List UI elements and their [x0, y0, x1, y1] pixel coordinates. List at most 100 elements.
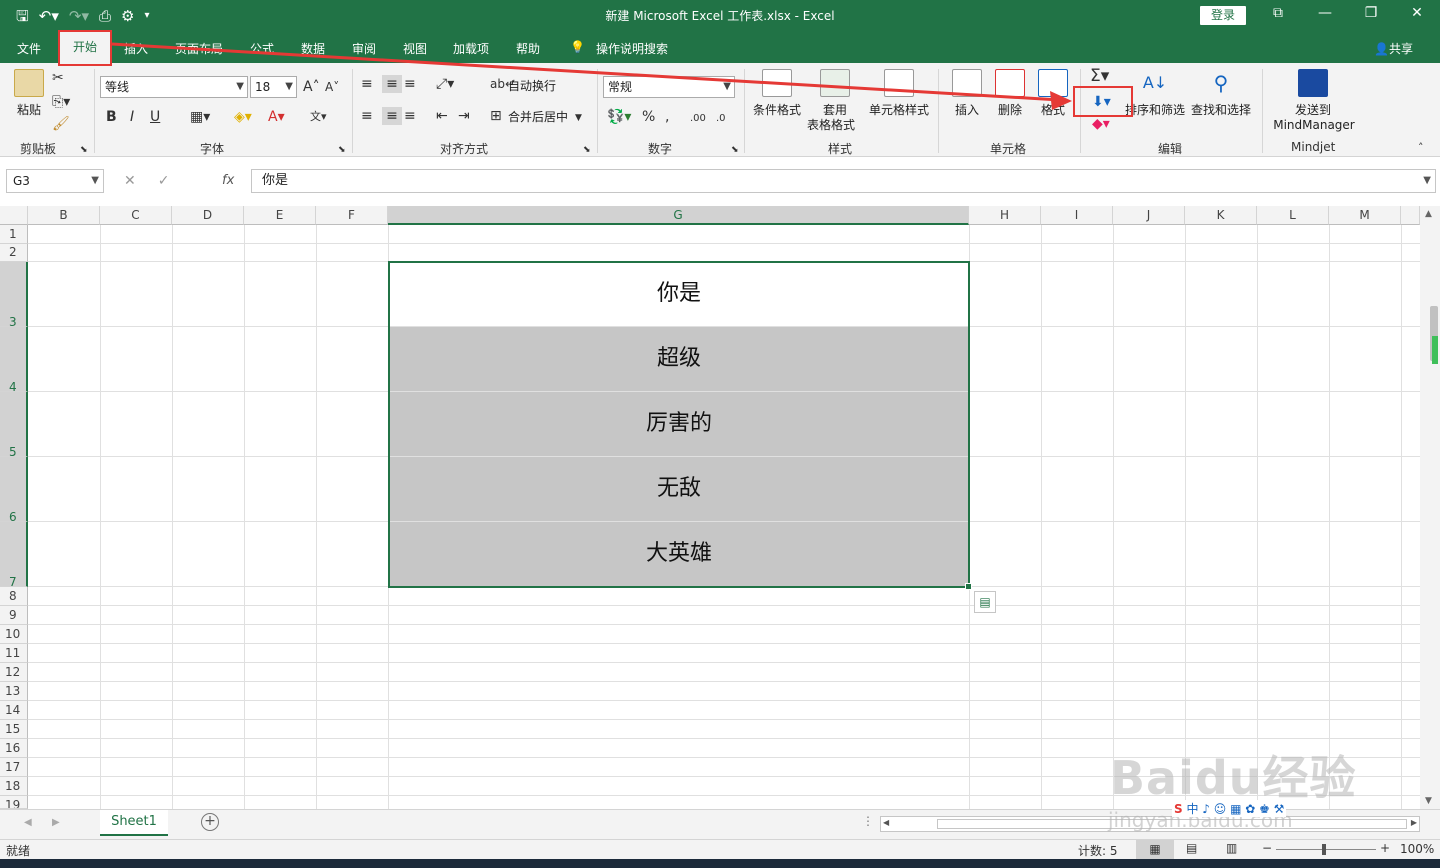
column-header[interactable]: B	[28, 206, 100, 225]
row-header[interactable]: 9	[0, 606, 28, 625]
autosum-icon[interactable]: Σ▾	[1090, 67, 1109, 85]
chevron-down-icon[interactable]: ▼	[575, 109, 582, 127]
number-format-dropdown[interactable]: 常规 ▼	[603, 76, 735, 98]
cut-icon[interactable]: ✂	[52, 69, 64, 87]
page-break-view-icon[interactable]: ▥	[1226, 841, 1237, 855]
cell-styles-label[interactable]: 单元格样式	[866, 103, 932, 118]
column-header[interactable]: I	[1041, 206, 1113, 225]
column-header[interactable]: E	[244, 206, 316, 225]
row-header[interactable]: 18	[0, 777, 28, 796]
align-bottom-icon[interactable]: ≡	[404, 75, 416, 93]
copy-icon[interactable]: ⎘▾	[52, 93, 70, 111]
row-header-selected[interactable]: 3	[0, 262, 28, 329]
font-size-dropdown[interactable]: 18 ▼	[250, 76, 297, 98]
column-header[interactable]: J	[1113, 206, 1185, 225]
cancel-icon[interactable]: ✕	[124, 173, 136, 189]
collapse-ribbon-icon[interactable]: ˄	[1418, 139, 1424, 157]
insert-cells-icon[interactable]	[952, 69, 982, 97]
row-header[interactable]: 17	[0, 758, 28, 777]
sort-filter-label[interactable]: 排序和筛选	[1124, 103, 1186, 118]
scroll-down-icon[interactable]: ▼	[1425, 796, 1432, 806]
close-icon[interactable]: ✕	[1407, 5, 1427, 21]
column-header-selected[interactable]: G	[388, 206, 969, 225]
ime-toolbar[interactable]: S 中 ♪ ☺ ▦ ✿ ♚ ⚒	[1172, 800, 1287, 817]
tab-data[interactable]: 数据	[301, 40, 325, 57]
increase-font-icon[interactable]: A˄	[303, 78, 320, 96]
conditional-formatting-icon[interactable]	[762, 69, 792, 97]
delete-cells-label[interactable]: 删除	[993, 103, 1027, 118]
tab-help[interactable]: 帮助	[516, 40, 540, 57]
format-cells-label[interactable]: 格式	[1036, 103, 1070, 118]
mindmanager-icon[interactable]	[1298, 69, 1328, 97]
row-header[interactable]: 1	[0, 225, 28, 244]
row-header[interactable]: 16	[0, 739, 28, 758]
row-header-selected[interactable]: 7	[0, 522, 28, 589]
column-header[interactable]: D	[172, 206, 244, 225]
column-header[interactable]: C	[100, 206, 172, 225]
row-header[interactable]: 19	[0, 796, 28, 809]
send-to-label-a[interactable]: 发送到	[1280, 103, 1346, 118]
percent-button[interactable]: %	[642, 108, 655, 126]
cell-g7[interactable]: 大英雄	[389, 522, 969, 586]
quick-analysis-icon[interactable]: ▤	[974, 591, 996, 613]
row-header[interactable]: 10	[0, 625, 28, 644]
format-as-table-icon[interactable]	[820, 69, 850, 97]
align-top-icon[interactable]: ≡	[361, 75, 373, 93]
zoom-slider[interactable]	[1276, 849, 1376, 850]
font-launcher-icon[interactable]: ⬊	[338, 141, 346, 159]
format-painter-icon[interactable]: 🖌	[52, 115, 70, 133]
row-header[interactable]: 15	[0, 720, 28, 739]
sort-filter-icon[interactable]: A↓	[1140, 69, 1170, 97]
sheet-next-icon[interactable]: ▶	[52, 817, 60, 828]
align-left-icon[interactable]: ≡	[361, 107, 373, 125]
worksheet-grid[interactable]: B C D E F G H I J K L M 1 2 3 4 5 6 7 8 …	[0, 206, 1420, 809]
normal-view-icon[interactable]: ▦	[1136, 840, 1174, 859]
borders-icon[interactable]: ▦▾	[190, 108, 210, 126]
align-right-icon[interactable]: ≡	[404, 107, 416, 125]
scroll-left-icon[interactable]: ◀	[883, 818, 889, 827]
login-button[interactable]: 登录	[1200, 6, 1246, 25]
tab-addins[interactable]: 加载项	[453, 40, 489, 57]
conditional-formatting-label[interactable]: 条件格式	[748, 103, 806, 118]
decrease-decimal-icon[interactable]: .0	[716, 110, 726, 128]
underline-button[interactable]: U	[150, 108, 160, 126]
scroll-right-icon[interactable]: ▶	[1411, 818, 1417, 827]
decrease-font-icon[interactable]: A˅	[325, 78, 339, 96]
row-header[interactable]: 13	[0, 682, 28, 701]
column-header[interactable]	[1401, 206, 1420, 225]
tab-insert[interactable]: 插入	[124, 40, 148, 57]
align-middle-icon[interactable]: ≡	[382, 75, 402, 93]
align-center-icon[interactable]: ≡	[382, 107, 402, 125]
cell-g5[interactable]: 厉害的	[389, 392, 969, 456]
maximize-icon[interactable]: ❐	[1361, 5, 1381, 21]
send-to-label-b[interactable]: MindManager	[1266, 118, 1362, 133]
row-header-selected[interactable]: 6	[0, 457, 28, 524]
cell-g6[interactable]: 无敌	[389, 457, 969, 521]
ribbon-display-icon[interactable]: ⧉	[1268, 5, 1288, 21]
italic-button[interactable]: I	[130, 108, 134, 126]
row-header-selected[interactable]: 5	[0, 392, 28, 459]
tell-me-search[interactable]: 操作说明搜索	[596, 40, 668, 57]
format-as-table-label-a[interactable]: 套用	[818, 103, 852, 118]
find-select-icon[interactable]: ⚲	[1206, 69, 1236, 97]
add-sheet-icon[interactable]: +	[201, 813, 219, 831]
tab-view[interactable]: 视图	[403, 40, 427, 57]
increase-decimal-icon[interactable]: .00	[690, 110, 706, 128]
delete-cells-icon[interactable]	[995, 69, 1025, 97]
comma-icon[interactable]: ,	[665, 108, 669, 126]
font-color-icon[interactable]: A▾	[268, 108, 285, 126]
fill-handle[interactable]	[965, 583, 972, 590]
splitter-icon[interactable]: ⋮	[862, 814, 874, 828]
cell-g4[interactable]: 超级	[389, 327, 969, 391]
merge-center-icon[interactable]: ⊞	[490, 107, 502, 125]
column-header[interactable]: L	[1257, 206, 1329, 225]
clear-icon[interactable]: ◆▾	[1092, 115, 1110, 133]
zoom-slider-thumb[interactable]	[1322, 844, 1326, 855]
merge-center-label[interactable]: 合并后居中	[508, 110, 568, 125]
formula-input[interactable]: 你是 ▼	[251, 169, 1436, 193]
tab-page-layout[interactable]: 页面布局	[175, 40, 223, 57]
phonetic-icon[interactable]: 文▾	[310, 108, 327, 126]
find-select-label[interactable]: 查找和选择	[1190, 103, 1252, 118]
share-button[interactable]: 👤共享	[1374, 40, 1413, 57]
format-cells-icon[interactable]	[1038, 69, 1068, 97]
